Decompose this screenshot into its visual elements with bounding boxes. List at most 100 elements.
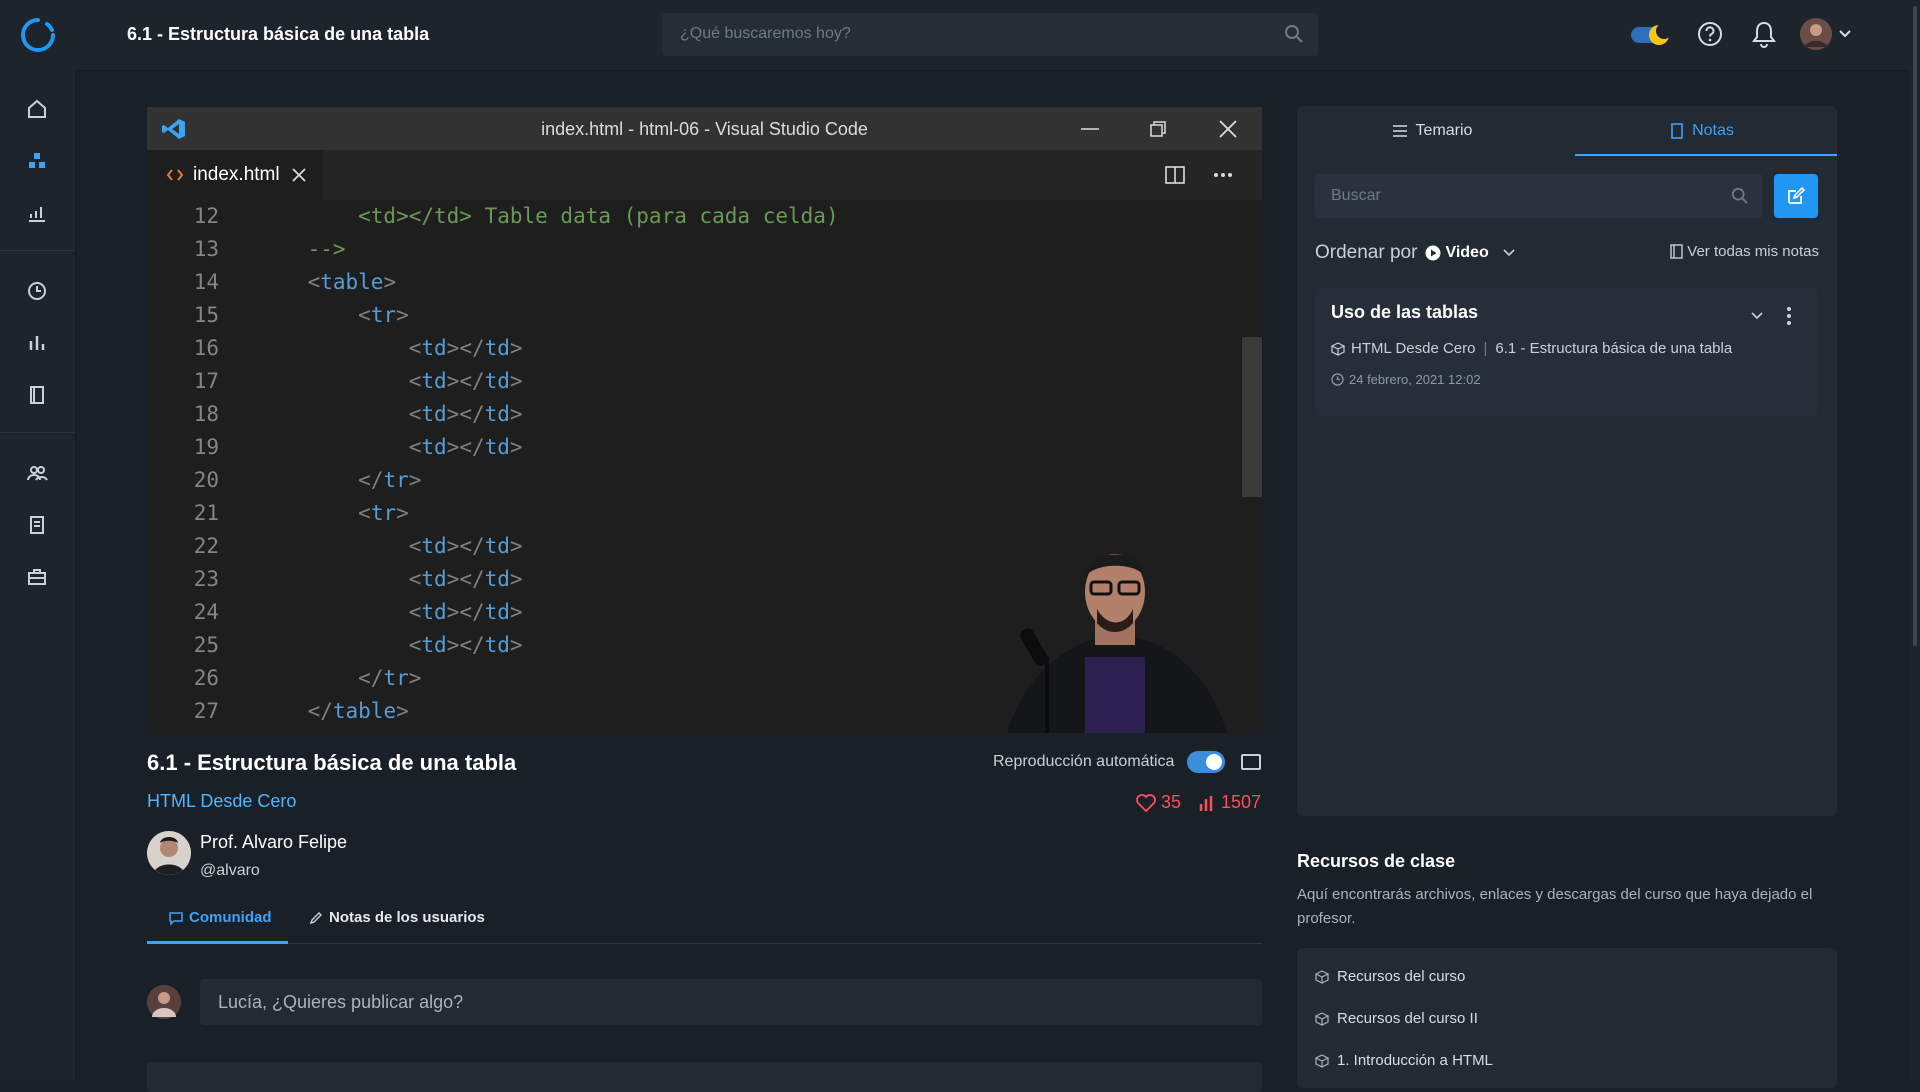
dark-mode-toggle[interactable] bbox=[1629, 18, 1673, 57]
post-placeholder: Lucía, ¿Quieres publicar algo? bbox=[218, 992, 464, 1012]
home-icon[interactable] bbox=[25, 97, 49, 121]
code-line: 12 <td></td> Table data (para cada celda… bbox=[147, 200, 1262, 233]
lesson-tabs: Comunidad Notas de los usuarios bbox=[147, 905, 1262, 944]
author-name[interactable]: Prof. Alvaro Felipe bbox=[200, 832, 347, 853]
global-search-input[interactable]: ¿Qué buscaremos hoy? bbox=[662, 13, 1318, 56]
views-bar-icon bbox=[1199, 795, 1213, 811]
view-all-notes-link[interactable]: Ver todas mis notas bbox=[1670, 243, 1819, 260]
video-player[interactable]: index.html - html-06 - Visual Studio Cod… bbox=[147, 107, 1262, 733]
chevron-down-icon[interactable] bbox=[1751, 312, 1763, 320]
chevron-down-icon bbox=[1503, 249, 1515, 257]
autoplay-toggle[interactable] bbox=[1187, 751, 1225, 773]
app-logo[interactable] bbox=[0, 0, 75, 70]
active-tab-indicator bbox=[147, 941, 288, 944]
note-course-name: HTML Desde Cero bbox=[1351, 340, 1476, 357]
code-line: 18 <td></td> bbox=[147, 398, 1262, 431]
tab-community[interactable]: Comunidad bbox=[169, 909, 272, 926]
tab-syllabus[interactable]: Temario bbox=[1297, 106, 1567, 156]
views-counter: 1507 bbox=[1198, 792, 1261, 813]
code-line: 21 <tr> bbox=[147, 497, 1262, 530]
notifications-button[interactable] bbox=[1751, 20, 1777, 53]
new-note-button[interactable] bbox=[1774, 174, 1818, 218]
clock-icon bbox=[1331, 373, 1344, 386]
resources-list: Recursos del curso Recursos del curso II… bbox=[1297, 948, 1837, 1088]
resource-item[interactable]: Recursos del curso II bbox=[1315, 1010, 1478, 1027]
vscode-titlebar: index.html - html-06 - Visual Studio Cod… bbox=[147, 107, 1262, 150]
author-avatar[interactable] bbox=[147, 831, 191, 875]
tab-syllabus-label: Temario bbox=[1415, 122, 1473, 139]
line-number: 17 bbox=[193, 369, 219, 393]
top-bar: 6.1 - Estructura básica de una tabla ¿Qu… bbox=[75, 0, 1920, 71]
chat-icon bbox=[169, 911, 183, 925]
code-text: <td></td> bbox=[408, 369, 523, 393]
tab-notes-label: Notas bbox=[1692, 122, 1734, 139]
code-text: --> bbox=[257, 237, 346, 261]
briefcase-icon[interactable] bbox=[25, 565, 49, 589]
note-course: HTML Desde Cero | 6.1 - Estructura básic… bbox=[1331, 340, 1732, 357]
restore-icon bbox=[1150, 121, 1166, 137]
line-number: 12 bbox=[193, 204, 219, 228]
line-number: 26 bbox=[193, 666, 219, 690]
courses-icon[interactable] bbox=[25, 149, 49, 173]
likes-counter[interactable]: 35 bbox=[1136, 792, 1181, 813]
user-avatar-icon bbox=[1800, 18, 1851, 50]
note-card[interactable]: Uso de las tablas HTML Desde Cero | 6.1 … bbox=[1315, 288, 1817, 416]
box-icon bbox=[1315, 1053, 1329, 1068]
code-text: </tr> bbox=[358, 468, 422, 492]
resource-item[interactable]: Recursos del curso bbox=[1315, 968, 1465, 985]
user-menu[interactable] bbox=[1799, 17, 1855, 56]
document-icon[interactable] bbox=[25, 513, 49, 537]
code-file-icon bbox=[167, 169, 183, 181]
vscode-tab-label: index.html bbox=[193, 164, 280, 185]
pencil-icon bbox=[309, 911, 322, 924]
code-text: <tr> bbox=[358, 501, 409, 525]
search-icon[interactable] bbox=[1731, 187, 1749, 205]
line-number: 16 bbox=[193, 336, 219, 360]
line-number: 19 bbox=[193, 435, 219, 459]
resource-item[interactable]: 1. Introducción a HTML bbox=[1315, 1052, 1493, 1069]
kebab-menu-icon[interactable] bbox=[1787, 307, 1791, 325]
resources-description: Aquí encontrarás archivos, enlaces y des… bbox=[1297, 886, 1813, 927]
code-line: 17 <td></td> bbox=[147, 365, 1262, 398]
note-date: 24 febrero, 2021 12:02 bbox=[1331, 372, 1481, 387]
editor-scrollbar bbox=[1242, 337, 1262, 497]
more-actions-icon bbox=[1214, 173, 1232, 177]
code-line: 15 <tr> bbox=[147, 299, 1262, 332]
box-icon bbox=[1315, 1011, 1329, 1026]
views-count: 1507 bbox=[1221, 792, 1262, 812]
progress-icon[interactable] bbox=[25, 201, 49, 225]
code-line: 13 --> bbox=[147, 233, 1262, 266]
notes-panel: Temario Notas Buscar Ordenar por Video V… bbox=[1297, 106, 1837, 816]
code-text: <td></td> bbox=[408, 633, 523, 657]
feed-card bbox=[147, 1062, 1262, 1092]
theater-mode-icon[interactable] bbox=[1241, 754, 1261, 770]
note-title: Uso de las tablas bbox=[1331, 302, 1479, 322]
code-text: <table> bbox=[307, 270, 397, 294]
vscode-tab-index: index.html bbox=[147, 150, 323, 200]
author-handle: @alvaro bbox=[200, 862, 260, 879]
line-number: 18 bbox=[193, 402, 219, 426]
note-icon bbox=[1671, 123, 1683, 139]
tab-user-notes[interactable]: Notas de los usuarios bbox=[309, 909, 485, 926]
notes-search-input[interactable]: Buscar bbox=[1315, 174, 1763, 218]
history-icon[interactable] bbox=[25, 279, 49, 303]
order-select[interactable]: Video bbox=[1425, 244, 1515, 262]
view-all-label: Ver todas mis notas bbox=[1687, 243, 1819, 260]
stats-icon[interactable] bbox=[25, 331, 49, 355]
post-input[interactable]: Lucía, ¿Quieres publicar algo? bbox=[200, 979, 1262, 1025]
help-button[interactable] bbox=[1696, 20, 1724, 53]
page-title: 6.1 - Estructura básica de una tabla bbox=[127, 24, 430, 44]
page-scrollbar[interactable] bbox=[1910, 0, 1920, 1080]
search-icon[interactable] bbox=[1284, 24, 1304, 44]
search-placeholder: ¿Qué buscaremos hoy? bbox=[680, 25, 851, 42]
resources-title: Recursos de clase bbox=[1297, 851, 1456, 871]
notes-tab-indicator bbox=[1575, 154, 1837, 156]
code-text: </table> bbox=[307, 699, 409, 723]
tab-notes[interactable]: Notas bbox=[1567, 106, 1837, 156]
course-link[interactable]: HTML Desde Cero bbox=[147, 791, 296, 812]
order-label: Ordenar por bbox=[1315, 242, 1418, 263]
notebook-icon[interactable] bbox=[25, 383, 49, 407]
community-icon[interactable] bbox=[25, 461, 49, 485]
split-editor-icon bbox=[1165, 166, 1185, 184]
lesson-title: 6.1 - Estructura básica de una tabla bbox=[147, 750, 517, 775]
